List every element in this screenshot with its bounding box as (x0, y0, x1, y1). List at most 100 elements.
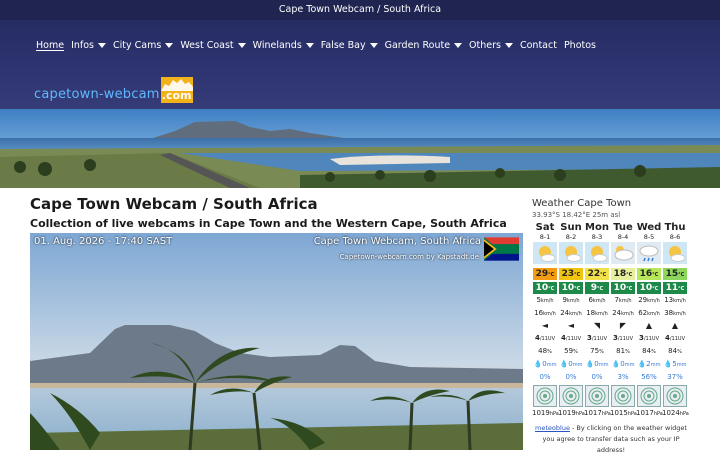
weather-footer-text-2: you agree to transfer data such as your … (542, 435, 680, 454)
nav-item-label: Garden Route (384, 40, 451, 51)
sun-cloud-icon (532, 242, 558, 266)
wind-direction-icon: ◄ (541, 321, 549, 330)
webcam-image[interactable]: 01. Aug. 2026 - 17:40 SAST Cape Town Web… (30, 233, 523, 450)
caret-down-icon (165, 43, 174, 48)
rain-probability: 37% (667, 373, 683, 381)
weather-coords: 33.93°S 18.42°E 25m asl (532, 211, 621, 219)
forecast-day: Sun 8-2 23°C 10°C 9km/h 24km/h ◄ 4/11UV 59% 💧0mm 0… (558, 222, 585, 420)
forecast-day: Sat 8-1 29°C 10°C 5km/h 16km/h ◄ 4/11UV 48% 💧0mm 0… (532, 222, 559, 420)
page-subtitle: Collection of live webcams in Cape Town … (30, 217, 507, 230)
rain-probability: 0% (565, 373, 577, 381)
day-date: 8-5 (643, 233, 655, 241)
south-africa-flag-icon (484, 237, 519, 261)
pressure: 1015hPa (610, 409, 637, 417)
pressure: 1024hPa (662, 409, 689, 417)
humidity: 75% (590, 347, 604, 355)
day-name: Sun (560, 222, 582, 233)
day-date: 8-6 (669, 233, 681, 241)
nav-item-contact[interactable]: Contact (520, 40, 557, 51)
nav-item-west-coast[interactable]: West Coast (180, 40, 246, 51)
caret-down-icon (98, 43, 106, 48)
day-date: 8-1 (539, 233, 551, 241)
nav-item-home[interactable]: Home (36, 40, 64, 51)
uv-index: 3/11UV (586, 334, 607, 342)
header-panorama-image (0, 109, 720, 188)
logo-badge: .com (160, 77, 193, 103)
nav-item-infos[interactable]: Infos (71, 40, 106, 51)
humidity: 84% (642, 347, 656, 355)
uv-index: 4/11UV (560, 334, 581, 342)
day-name: Wed (636, 222, 662, 233)
sun-cloud-icon (584, 242, 610, 266)
top-title-bar: Cape Town Webcam / South Africa (0, 0, 720, 20)
weather-widget[interactable]: Weather Cape Town 33.93°S 18.42°E 25m as… (532, 197, 690, 456)
precipitation: 💧2mm (637, 360, 661, 368)
wind-speed: 6km/h (588, 296, 606, 304)
nav-item-winelands[interactable]: Winelands (253, 40, 314, 51)
precipitation: 💧0mm (611, 360, 635, 368)
temp-min: 10°C (533, 282, 557, 294)
page-title: Cape Town Webcam / South Africa (30, 195, 318, 213)
site-title: Cape Town Webcam / South Africa (278, 4, 442, 15)
temp-min: 9°C (585, 282, 609, 294)
uv-index: 3/11UV (638, 334, 659, 342)
uv-index: 3/11UV (612, 334, 633, 342)
precipitation: 💧0mm (585, 360, 609, 368)
rain-probability: 3% (617, 373, 629, 381)
caret-down-icon (237, 43, 246, 48)
meteoblue-link[interactable]: meteoblue (535, 424, 570, 432)
wind-gust: 62km/h (638, 309, 660, 317)
nav-item-city-cams[interactable]: City Cams (113, 40, 174, 51)
rain-probability: 56% (641, 373, 657, 381)
precipitation: 💧0mm (559, 360, 583, 368)
site-logo[interactable]: capetown-webcam .com (34, 77, 193, 103)
pressure: 1019hPa (532, 409, 559, 417)
day-name: Mon (585, 222, 609, 233)
nav-item-label: Photos (563, 40, 597, 51)
wind-direction-icon: ◥ (593, 321, 601, 330)
day-name: Sat (535, 222, 555, 233)
forecast-day: Thu 8-6 15°C 11°C 13km/h 38km/h ▲ 4/11UV 84% 💧5mm… (662, 222, 689, 420)
weather-footer-text: - By clicking on the weather widget (569, 424, 687, 432)
temp-min: 10°C (637, 282, 661, 294)
humidity: 59% (564, 347, 578, 355)
pressure: 1019hPa (558, 409, 585, 417)
uv-index: 4/11UV (534, 334, 555, 342)
forecast-day: Mon 8-3 22°C 9°C 6km/h 18km/h ◥ 3/11UV 75% 💧0mm 0%… (584, 222, 611, 420)
forecast-day: Tue 8-4 18°C 10°C 7km/h 24km/h ◤ 3/11UV 81% 💧0mm 3… (610, 222, 637, 420)
precipitation: 💧0mm (533, 360, 557, 368)
temp-max: 18°C (611, 268, 635, 280)
nav-item-others[interactable]: Others (469, 40, 513, 51)
uv-index: 4/11UV (664, 334, 685, 342)
nav-item-false-bay[interactable]: False Bay (321, 40, 378, 51)
temp-min: 11°C (663, 282, 687, 294)
temp-max: 23°C (559, 268, 583, 280)
temp-max: 22°C (585, 268, 609, 280)
wind-direction-icon: ◄ (567, 321, 575, 330)
forecast-day: Wed 8-5 16°C 10°C 29km/h 62km/h ▲ 3/11UV 84% 💧2mm… (636, 222, 663, 420)
nav-item-label: Infos (71, 40, 94, 51)
pressure-dial-icon (611, 385, 635, 407)
caret-down-icon (454, 43, 463, 48)
weather-footer: meteoblue - By clicking on the weather w… (532, 423, 690, 456)
wind-gust: 24km/h (560, 309, 582, 317)
caret-down-icon (305, 43, 314, 48)
caret-down-icon (369, 43, 378, 48)
temp-min: 10°C (559, 282, 583, 294)
nav-item-photos[interactable]: Photos (564, 40, 596, 51)
weather-title: Weather Cape Town (532, 198, 632, 209)
logo-text: capetown-webcam (34, 87, 160, 102)
webcam-title: Cape Town Webcam, South Africa (313, 236, 481, 247)
wind-speed: 7km/h (614, 296, 632, 304)
pressure-dial-icon (663, 385, 687, 407)
wind-gust: 16km/h (534, 309, 556, 317)
wind-gust: 18km/h (586, 309, 608, 317)
wind-gust: 24km/h (612, 309, 634, 317)
logo-suffix: .com (161, 89, 192, 102)
temp-min: 10°C (611, 282, 635, 294)
nav-item-garden-route[interactable]: Garden Route (384, 40, 463, 51)
wind-speed: 5km/h (536, 296, 554, 304)
day-name: Tue (613, 222, 633, 233)
weather-forecast-grid: Sat 8-1 29°C 10°C 5km/h 16km/h ◄ 4/11UV 48% 💧0mm 0… (532, 222, 690, 420)
nav-item-label: Home (36, 40, 65, 51)
